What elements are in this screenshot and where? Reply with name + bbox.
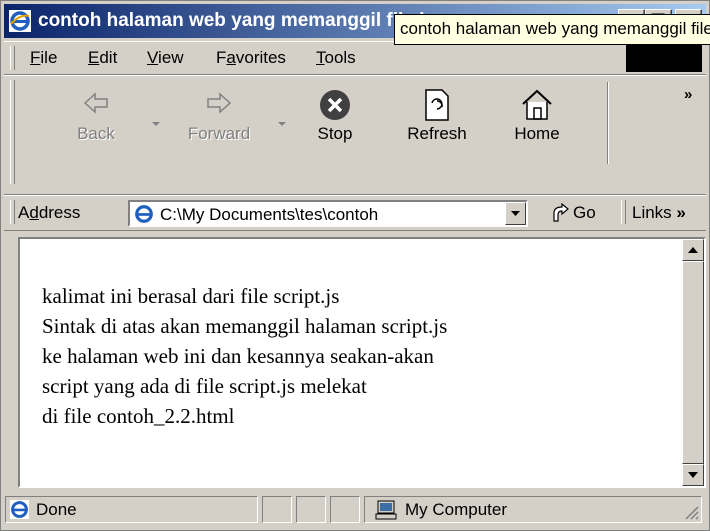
browser-window: contoh halaman web yang memanggil file j…	[0, 0, 710, 531]
zone-text: My Computer	[405, 500, 508, 519]
address-input[interactable]: C:\My Documents\tes\contoh	[128, 200, 528, 227]
resize-grip-icon[interactable]	[683, 504, 699, 520]
forward-button[interactable]: Forward	[179, 88, 259, 168]
my-computer-icon	[375, 500, 397, 520]
addressbar-grip[interactable]	[10, 200, 15, 224]
status-panel-progress	[262, 496, 292, 523]
address-value: C:\My Documents\tes\contoh	[160, 205, 379, 224]
ie-logo-icon	[9, 10, 31, 32]
menu-bar: File Edit View Favorites Tools	[4, 41, 706, 75]
status-panel-privacy	[330, 496, 360, 523]
status-bar: Done My Computer	[4, 492, 706, 528]
go-arrow-icon	[553, 203, 569, 222]
back-button[interactable]: Back	[56, 88, 136, 168]
menu-edit[interactable]: Edit	[88, 48, 117, 68]
scroll-thumb[interactable]	[682, 261, 704, 464]
links-grip[interactable]	[621, 200, 626, 224]
status-panel-security	[296, 496, 326, 523]
menubar-grip[interactable]	[10, 46, 15, 70]
stop-button[interactable]: Stop	[295, 88, 375, 168]
refresh-icon	[425, 89, 449, 121]
vertical-scrollbar[interactable]	[682, 239, 704, 486]
links-button[interactable]: Links »	[632, 203, 686, 223]
home-icon	[522, 89, 552, 120]
ie-page-icon	[10, 500, 29, 519]
chevron-up-icon	[688, 247, 698, 253]
page-text-line: script yang ada di file script.js meleka…	[42, 374, 367, 398]
stop-icon	[320, 90, 350, 120]
home-button[interactable]: Home	[497, 88, 577, 168]
go-button[interactable]: Go	[549, 201, 609, 227]
page-text-line: Sintak di atas akan memanggil halaman sc…	[42, 314, 448, 338]
page-content: kalimat ini berasal dari file script.js …	[18, 237, 706, 488]
status-text: Done	[36, 500, 77, 519]
page-text-line: kalimat ini berasal dari file script.js	[42, 284, 340, 308]
menu-favorites[interactable]: Favorites	[216, 48, 286, 68]
forward-arrow-icon	[207, 92, 232, 114]
forward-dropdown-icon[interactable]	[278, 122, 286, 126]
menu-tools[interactable]: Tools	[316, 48, 396, 68]
menu-file[interactable]: File	[30, 48, 57, 68]
title-tooltip: contoh halaman web yang memanggil file j…	[394, 14, 710, 45]
back-dropdown-icon[interactable]	[152, 122, 160, 126]
status-zone-panel: My Computer	[364, 496, 702, 523]
scroll-down-button[interactable]	[682, 464, 704, 486]
toolbar-separator	[607, 82, 609, 164]
toolbar-more-chevron[interactable]: »	[684, 86, 692, 103]
status-text-panel: Done	[5, 496, 258, 523]
menu-view[interactable]: View	[147, 48, 184, 68]
ie-throbber	[626, 44, 702, 72]
chevron-down-icon	[511, 211, 520, 216]
address-dropdown-button[interactable]	[505, 202, 526, 225]
page-text-line: di file contoh_2.2.html	[42, 404, 235, 428]
page-text: kalimat ini berasal dari file script.js …	[42, 281, 447, 431]
page-ie-icon	[134, 204, 154, 224]
address-label: Address	[18, 203, 81, 222]
standard-toolbar: Back Forward Stop Refresh Home »	[4, 75, 706, 195]
chevron-down-icon	[688, 472, 698, 478]
scroll-up-button[interactable]	[682, 239, 704, 261]
page-text-line: ke halaman web ini dan kesannya seakan-a…	[42, 344, 434, 368]
back-arrow-icon	[83, 92, 108, 114]
address-bar: Address C:\My Documents\tes\contoh Go Li…	[4, 195, 706, 231]
toolbar-grip[interactable]	[10, 80, 15, 184]
refresh-button[interactable]: Refresh	[397, 88, 477, 168]
